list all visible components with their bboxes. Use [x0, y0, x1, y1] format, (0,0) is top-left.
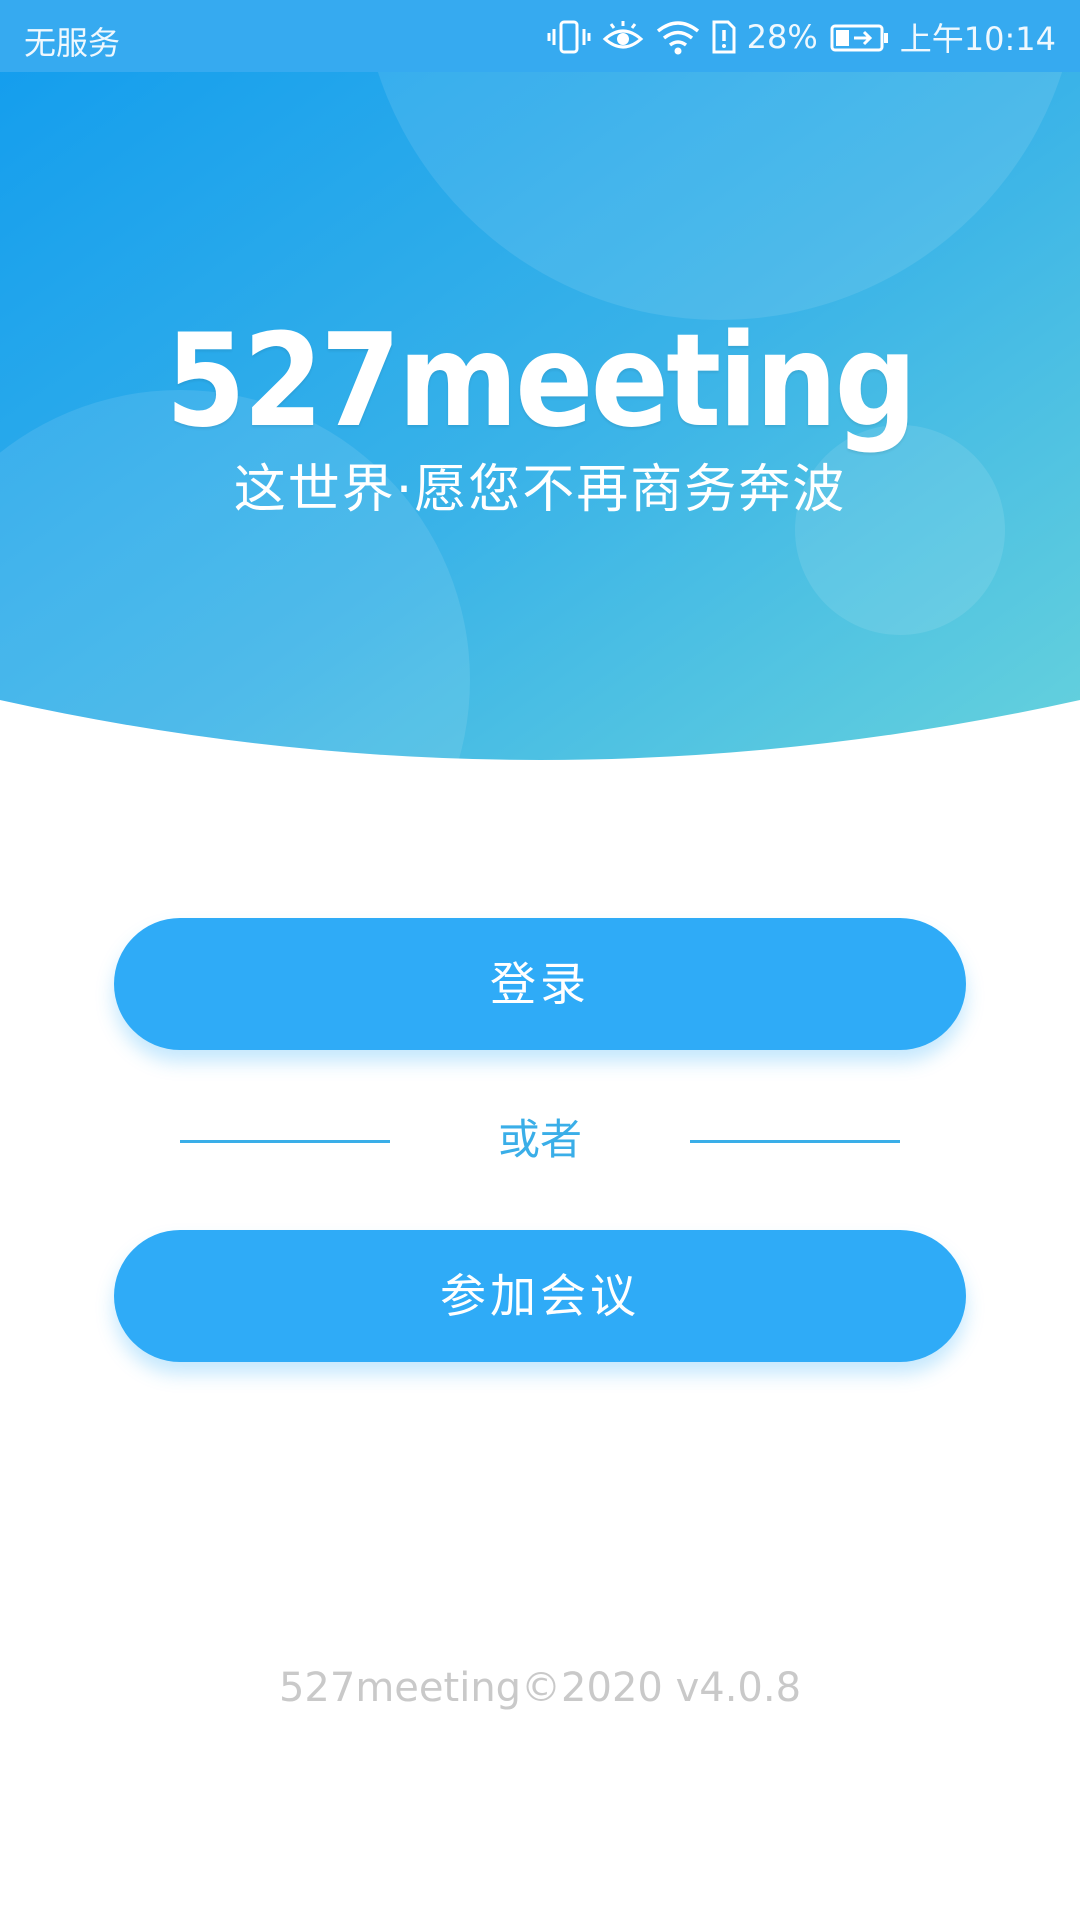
eye-comfort-icon — [602, 21, 643, 49]
status-bar: 无服务 28% 上午10:14 — [0, 0, 1080, 72]
battery-percent: 28% — [746, 18, 818, 56]
wifi-icon — [656, 21, 699, 55]
join-meeting-button[interactable]: 参加会议 — [114, 1230, 966, 1362]
divider-line-right — [690, 1140, 900, 1143]
clock-time: 上午10:14 — [899, 20, 1056, 58]
sim-alert-icon — [712, 20, 736, 54]
login-screen: 527meeting 这世界·愿您不再商务奔波 无服务 28% 上午10:14 … — [0, 0, 1080, 1920]
brand-slogan: 这世界·愿您不再商务奔波 — [233, 460, 847, 520]
hero-banner: 527meeting 这世界·愿您不再商务奔波 — [0, 0, 1080, 770]
battery-charging-icon — [830, 24, 888, 52]
divider-line-left — [180, 1140, 390, 1143]
divider-or-label: 或者 — [497, 1115, 582, 1164]
vibrate-icon — [547, 20, 591, 54]
brand-logo: 527meeting — [165, 307, 917, 456]
carrier-status: 无服务 — [24, 24, 121, 62]
footer-version: 527meeting©2020 v4.0.8 — [278, 1665, 802, 1711]
login-button[interactable]: 登录 — [114, 918, 966, 1050]
status-icons: 28% 上午10:14 — [547, 14, 1056, 60]
